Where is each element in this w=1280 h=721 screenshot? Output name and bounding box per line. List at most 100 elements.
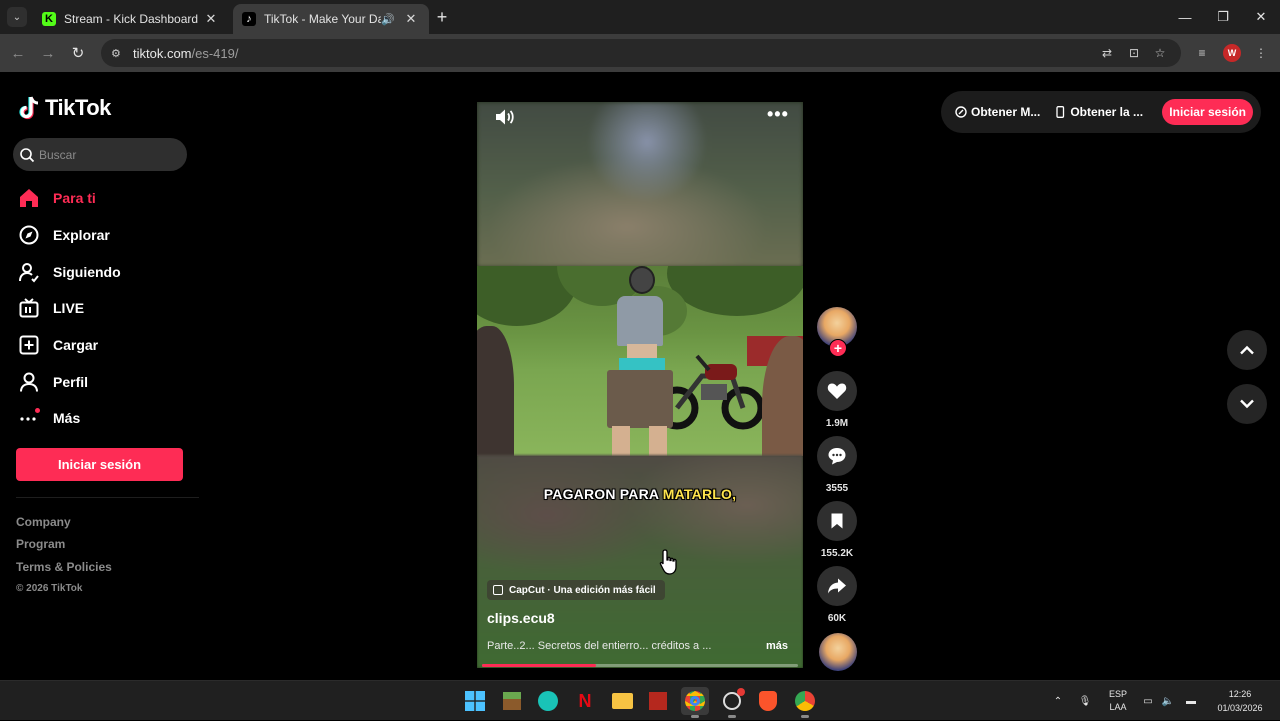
sidebar-login-button[interactable]: Iniciar sesión	[16, 448, 183, 481]
get-app-label: Obtener la ...	[1070, 105, 1144, 119]
search-input[interactable]	[39, 147, 169, 162]
description-more-link[interactable]: más	[766, 640, 788, 652]
system-clock[interactable]: 12:26 01/03/2026	[1206, 687, 1274, 715]
comment-icon	[828, 448, 846, 465]
capcut-badge[interactable]: CapCut · Una edición más fácil	[487, 580, 665, 600]
address-bar[interactable]: ⚙ tiktok.com/es-419/	[101, 39, 1181, 67]
chevron-up-icon	[1240, 345, 1254, 355]
windows-logo-icon	[465, 691, 485, 711]
get-coins-label: Obtener M...	[971, 105, 1041, 119]
sidebar-item-explorar[interactable]: Explorar	[18, 217, 198, 254]
video-progress-fill	[482, 664, 596, 667]
sidebar-item-label: Perfil	[53, 373, 89, 390]
install-app-icon[interactable]: ⊡	[1126, 45, 1142, 61]
footer-link-terms[interactable]: Terms & Policies	[16, 560, 112, 582]
taskbar-dota[interactable]	[644, 687, 672, 715]
chat-app-icon	[538, 691, 558, 711]
like-action[interactable]: 1.9M	[817, 371, 857, 429]
sidebar-item-live[interactable]: LIVE	[18, 290, 198, 327]
taskbar-chatgpt[interactable]	[534, 687, 562, 715]
tab-close-icon[interactable]: ✕	[403, 11, 419, 27]
tab-tiktok[interactable]: ♪ TikTok - Make Your Day 🔊 ✕	[233, 4, 429, 34]
taskbar-chrome-2[interactable]	[791, 687, 819, 718]
sidebar-item-para-ti[interactable]: Para ti	[18, 180, 198, 217]
share-arrow-icon	[828, 578, 846, 594]
network-icon[interactable]: ▭	[1140, 681, 1156, 721]
chevron-down-icon	[1240, 399, 1254, 409]
sidebar-item-label: Para ti	[53, 190, 96, 207]
start-button[interactable]	[461, 687, 489, 715]
tab-audio-icon[interactable]: 🔊	[381, 13, 397, 26]
close-window-button[interactable]: ✕	[1242, 0, 1280, 34]
video-author[interactable]: clips.ecu8	[487, 610, 555, 626]
video-scene	[477, 266, 803, 456]
forward-button[interactable]: →	[38, 43, 58, 63]
footer-link-program[interactable]: Program	[16, 537, 112, 559]
share-action[interactable]: 60K	[817, 566, 857, 624]
sidebar-footer-links: Company Program Terms & Policies	[16, 515, 112, 582]
url-text: tiktok.com/es-419/	[133, 45, 239, 61]
sidebar-item-perfil[interactable]: Perfil	[18, 363, 198, 400]
comment-button[interactable]	[817, 436, 857, 476]
input-language-indicator[interactable]: ESP LAA	[1106, 688, 1130, 714]
battery-icon[interactable]: ▬	[1182, 681, 1200, 721]
minimize-button[interactable]: —	[1166, 0, 1204, 34]
taskbar-netflix[interactable]: N	[571, 687, 599, 715]
video-player[interactable]: ••• PAGARON PARA MATARLO, CapCut · Una e…	[477, 102, 803, 668]
save-button[interactable]	[817, 501, 857, 541]
like-button[interactable]	[817, 371, 857, 411]
heart-icon	[827, 383, 847, 399]
video-blur-top	[477, 102, 803, 267]
comment-action[interactable]: 3555	[817, 436, 857, 494]
footer-link-company[interactable]: Company	[16, 515, 112, 537]
reload-button[interactable]: ↻	[68, 43, 88, 63]
save-action[interactable]: 155.2K	[817, 501, 857, 559]
phone-icon	[1056, 106, 1065, 118]
volume-icon[interactable]	[493, 106, 515, 128]
new-tab-button[interactable]: +	[433, 8, 451, 26]
tiktok-favicon-icon: ♪	[242, 12, 256, 26]
comment-count: 3555	[825, 483, 849, 494]
chrome-icon	[795, 691, 815, 711]
video-options-icon[interactable]: •••	[767, 104, 789, 125]
browser-menu-icon[interactable]: ⋮	[1253, 45, 1269, 61]
tab-kick-dashboard[interactable]: K Stream - Kick Dashboard ✕	[33, 4, 229, 34]
speaker-icon[interactable]: 🔈	[1160, 681, 1176, 721]
previous-video-button[interactable]	[1227, 330, 1267, 370]
kick-favicon-icon: K	[42, 12, 56, 26]
next-video-button[interactable]	[1227, 384, 1267, 424]
taskbar-brave[interactable]	[754, 687, 782, 715]
follow-plus-icon[interactable]: +	[829, 339, 847, 357]
share-count: 60K	[827, 613, 847, 624]
share-button[interactable]	[817, 566, 857, 606]
restore-button[interactable]: ❐	[1204, 0, 1242, 34]
microphone-icon[interactable]: 🎙	[1077, 681, 1093, 721]
sidebar-item-mas[interactable]: Más	[18, 400, 198, 437]
tab-search-button[interactable]: ⌄	[7, 7, 27, 27]
tab-close-icon[interactable]: ✕	[203, 11, 219, 27]
profile-avatar[interactable]: W	[1223, 44, 1241, 62]
app-badge-icon	[723, 688, 745, 710]
show-hidden-icons-chevron-icon[interactable]: ⌃	[1050, 681, 1066, 721]
sidebar-item-cargar[interactable]: Cargar	[18, 327, 198, 364]
get-app-link[interactable]: Obtener la ...	[1054, 105, 1143, 119]
tiktok-logo[interactable]: TikTok	[19, 95, 111, 121]
taskbar-minecraft[interactable]	[498, 687, 526, 715]
back-button[interactable]: ←	[8, 43, 28, 63]
music-disc-avatar[interactable]	[819, 633, 857, 671]
translate-icon[interactable]: ⇄	[1099, 45, 1115, 61]
media-control-icon[interactable]: ≡	[1194, 45, 1210, 61]
profile-icon	[18, 371, 40, 393]
video-progress-bar[interactable]	[482, 664, 798, 667]
site-info-icon[interactable]: ⚙	[111, 47, 125, 60]
taskbar-file-explorer[interactable]	[608, 687, 636, 715]
sidebar-item-siguiendo[interactable]: Siguiendo	[18, 253, 198, 290]
get-coins-link[interactable]: Obtener M...	[955, 105, 1040, 119]
taskbar-app-clock[interactable]	[718, 687, 746, 718]
search-box[interactable]	[13, 138, 187, 171]
taskbar-chrome-active[interactable]	[681, 687, 709, 718]
header-login-button[interactable]: Iniciar sesión	[1162, 99, 1253, 125]
bookmark-star-icon[interactable]: ☆	[1152, 45, 1168, 61]
copyright-text: © 2026 TikTok	[16, 583, 83, 594]
creator-avatar[interactable]: +	[817, 307, 857, 357]
